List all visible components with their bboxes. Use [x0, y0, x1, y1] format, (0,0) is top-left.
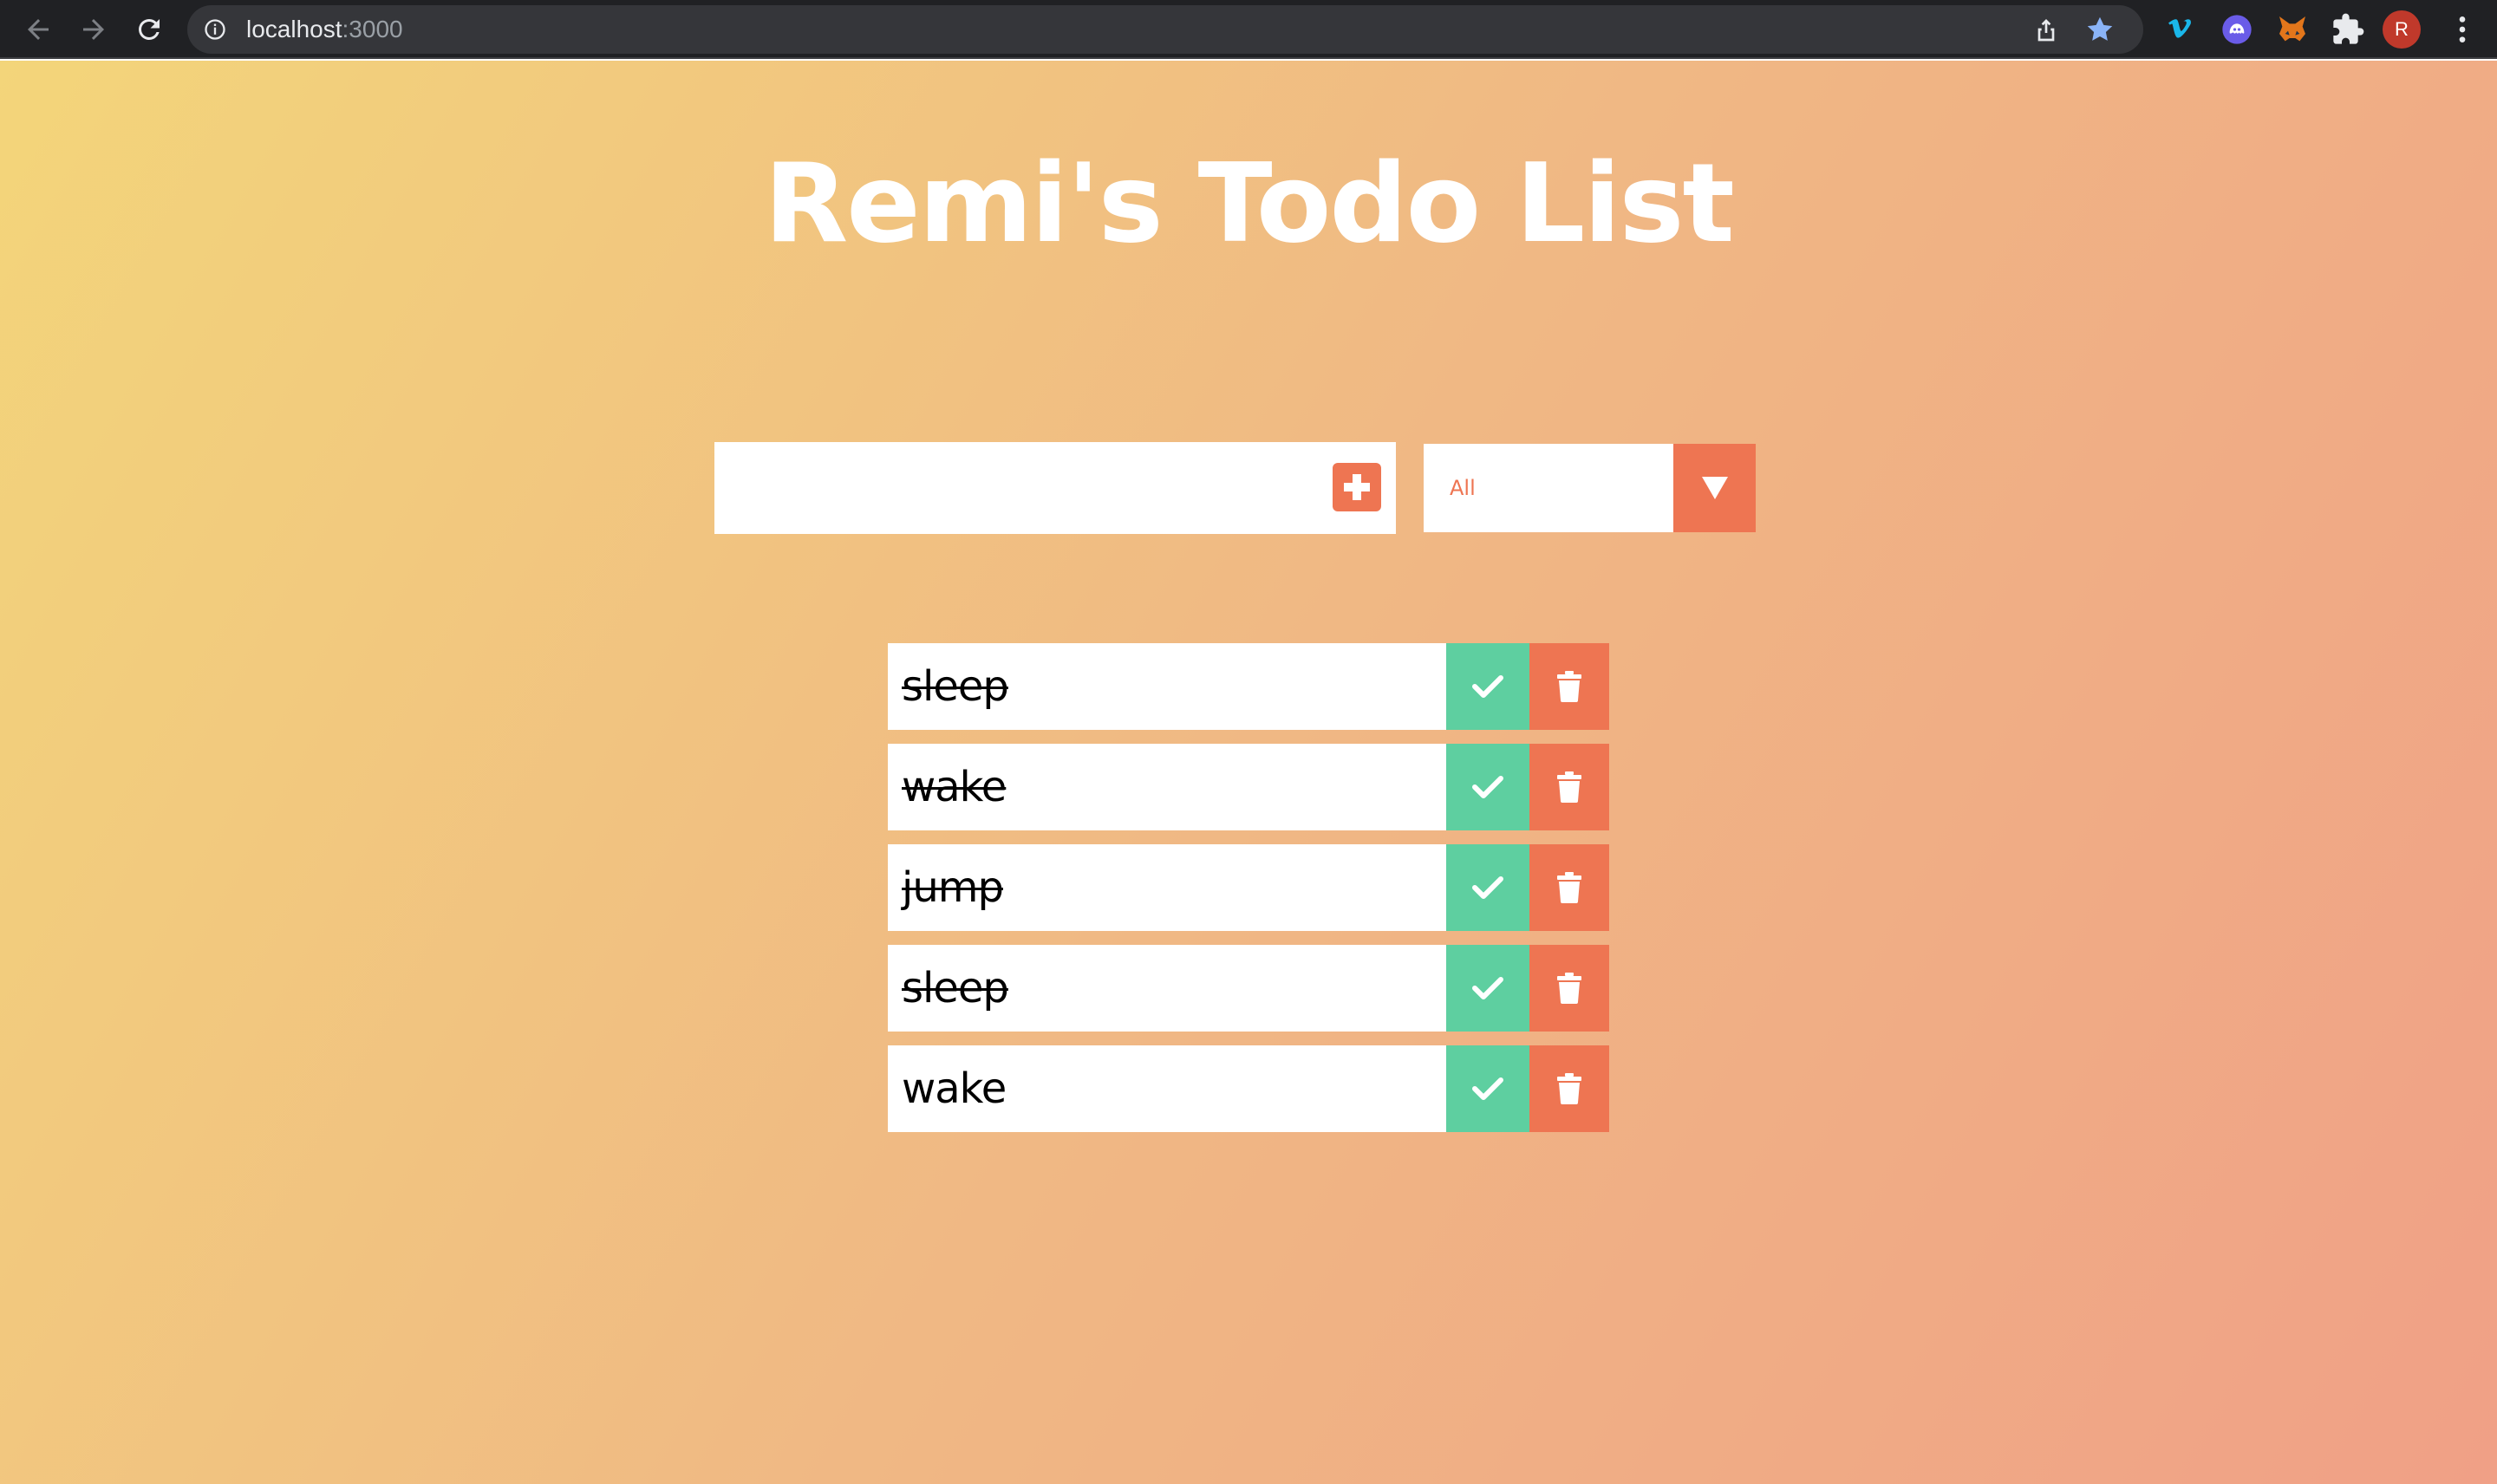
vimeo-extension[interactable] — [2164, 12, 2199, 47]
trash-icon — [1557, 671, 1581, 702]
todo-text: wake — [902, 763, 1007, 811]
browser-toolbar: localhost:3000 R — [0, 0, 2497, 59]
todo-list: sleep wake jump sleep wake — [888, 643, 1609, 1146]
complete-button[interactable] — [1446, 1045, 1529, 1132]
metamask-extension[interactable] — [2275, 12, 2310, 47]
check-icon — [1472, 1077, 1503, 1100]
back-button[interactable] — [17, 9, 59, 50]
url-port: :3000 — [342, 16, 403, 42]
trash-icon — [1557, 973, 1581, 1004]
plus-icon — [1344, 474, 1370, 500]
trash-icon — [1557, 771, 1581, 803]
complete-button[interactable] — [1446, 945, 1529, 1032]
trash-icon — [1557, 1073, 1581, 1104]
reload-icon — [139, 19, 160, 40]
todo-app: Remi's Todo List All sleep wake jump sleep w… — [0, 61, 2497, 1484]
todo-input[interactable] — [714, 442, 1321, 534]
complete-button[interactable] — [1446, 643, 1529, 730]
share-icon[interactable] — [2032, 16, 2060, 43]
complete-button[interactable] — [1446, 844, 1529, 931]
delete-button[interactable] — [1529, 844, 1609, 931]
add-todo-button[interactable] — [1333, 463, 1381, 511]
todo-text: sleep — [902, 964, 1009, 1012]
todo-text: wake — [902, 1064, 1007, 1113]
forward-arrow-icon — [83, 19, 104, 40]
filter-dropdown-button[interactable] — [1673, 444, 1756, 532]
filter-selected-value: All — [1450, 476, 1476, 500]
todo-item: sleep — [888, 945, 1609, 1032]
metamask-icon — [2279, 16, 2305, 42]
delete-button[interactable] — [1529, 1045, 1609, 1132]
info-icon[interactable] — [203, 17, 227, 42]
todo-item: jump — [888, 844, 1609, 931]
todo-form — [714, 442, 1396, 534]
check-icon — [1472, 876, 1503, 899]
puzzle-extensions-icon — [2333, 13, 2364, 44]
forward-button[interactable] — [73, 9, 114, 50]
check-icon — [1472, 776, 1503, 798]
triangle-down-icon — [1701, 477, 1728, 499]
todo-item: wake — [888, 1045, 1609, 1132]
star-icon[interactable] — [2084, 14, 2116, 45]
delete-button[interactable] — [1529, 643, 1609, 730]
extensions-button[interactable] — [2331, 12, 2365, 47]
filter-select[interactable]: All — [1424, 444, 1756, 532]
address-bar[interactable]: localhost:3000 — [187, 5, 2143, 54]
trash-icon — [1557, 872, 1581, 903]
todo-text: sleep — [902, 662, 1009, 711]
todo-item: wake — [888, 744, 1609, 830]
delete-button[interactable] — [1529, 945, 1609, 1032]
todo-item: sleep — [888, 643, 1609, 730]
back-arrow-icon — [28, 19, 49, 40]
vimeo-icon — [2168, 19, 2191, 38]
page-title: Remi's Todo List — [764, 140, 1735, 267]
todo-text: jump — [902, 863, 1004, 912]
ghost-extension[interactable] — [2220, 12, 2254, 47]
complete-button[interactable] — [1446, 744, 1529, 830]
check-icon — [1472, 675, 1503, 698]
check-icon — [1472, 977, 1503, 999]
reload-button[interactable] — [128, 9, 170, 50]
more-menu-icon[interactable] — [2445, 12, 2480, 47]
profile-avatar[interactable]: R — [2383, 10, 2421, 49]
delete-button[interactable] — [1529, 744, 1609, 830]
url-text: localhost:3000 — [246, 16, 403, 43]
ghost-extension-icon — [2222, 15, 2252, 44]
url-host: localhost — [246, 16, 342, 42]
